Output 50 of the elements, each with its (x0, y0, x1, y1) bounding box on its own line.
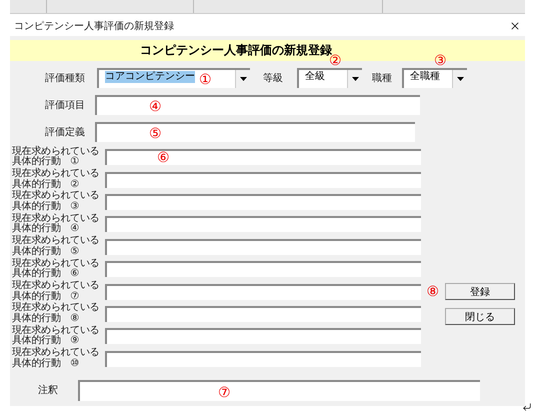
field-label: 注釈 (38, 384, 59, 398)
field-label: 現在求められている具体的行動 ⑧ (12, 303, 100, 324)
input-field[interactable] (105, 172, 421, 188)
dialog-button[interactable]: 登録 (445, 283, 515, 300)
input-field[interactable]: ⑥ (105, 149, 421, 166)
field-label: 現在求められている具体的行動 ③ (12, 191, 100, 212)
annotation-number: ⑧ (426, 283, 440, 300)
field-label: 現在求められている具体的行動 ④ (12, 214, 100, 234)
field-label: 現在求められている具体的行動 ② (12, 169, 100, 190)
caret-icon (456, 77, 464, 81)
field-label: 現在求められている具体的行動 ⑥ (12, 258, 100, 280)
close-icon[interactable] (509, 20, 521, 32)
input-field[interactable] (105, 238, 421, 255)
field-label: 現在求められている具体的行動 ⑤ (12, 236, 100, 258)
caret-icon (352, 77, 358, 81)
input-field[interactable] (105, 194, 421, 210)
annotation-number: ① (199, 73, 212, 87)
input-field[interactable] (105, 328, 421, 344)
field-label: 評価項目 (45, 98, 86, 112)
annotation-number: ⑤ (149, 127, 162, 141)
input-field[interactable] (105, 261, 421, 278)
field-label: 職種 (372, 72, 393, 85)
field-label: 現在求められている具体的行動 ⑩ (12, 348, 100, 370)
input-field[interactable]: ④ (95, 95, 420, 115)
input-field[interactable]: ⑤ (95, 122, 415, 142)
field-label: 現在求められている具体的行動 ⑦ (12, 281, 100, 302)
input-field[interactable] (105, 306, 421, 322)
input-field[interactable] (105, 216, 421, 232)
caret-icon (240, 77, 246, 81)
annotation-number: ③ (434, 54, 447, 68)
field-label: 評価定義 (45, 126, 86, 139)
dropdown[interactable]: コアコンピテンシー ① (97, 68, 250, 88)
dialog-button[interactable]: 閉じる (445, 308, 515, 326)
window-title: コンピテンシー人事評価の新規登録 (14, 20, 174, 33)
form-heading: コンピテンシー人事評価の新規登録 (140, 42, 332, 57)
annotation-number: ② (329, 54, 342, 68)
annotation-number: ⑥ (157, 151, 170, 166)
field-label: 等級 (263, 72, 284, 85)
field-label: 現在求められている具体的行動 ① (12, 146, 100, 168)
annotation-number: ⑦ (218, 386, 231, 400)
field-label: 評価種類 (45, 72, 86, 85)
field-label: 現在求められている具体的行動 ⑨ (12, 326, 100, 346)
input-field[interactable] (105, 350, 421, 367)
return-mark-icon (522, 402, 532, 412)
dropdown-value: 全級 (305, 71, 325, 83)
dropdown-value: 全職種 (410, 71, 440, 83)
annotation-number: ④ (149, 100, 162, 114)
input-field[interactable] (105, 284, 421, 300)
dropdown-value: コアコンピテンシー (105, 71, 195, 83)
input-field[interactable]: ⑦ (78, 380, 480, 401)
